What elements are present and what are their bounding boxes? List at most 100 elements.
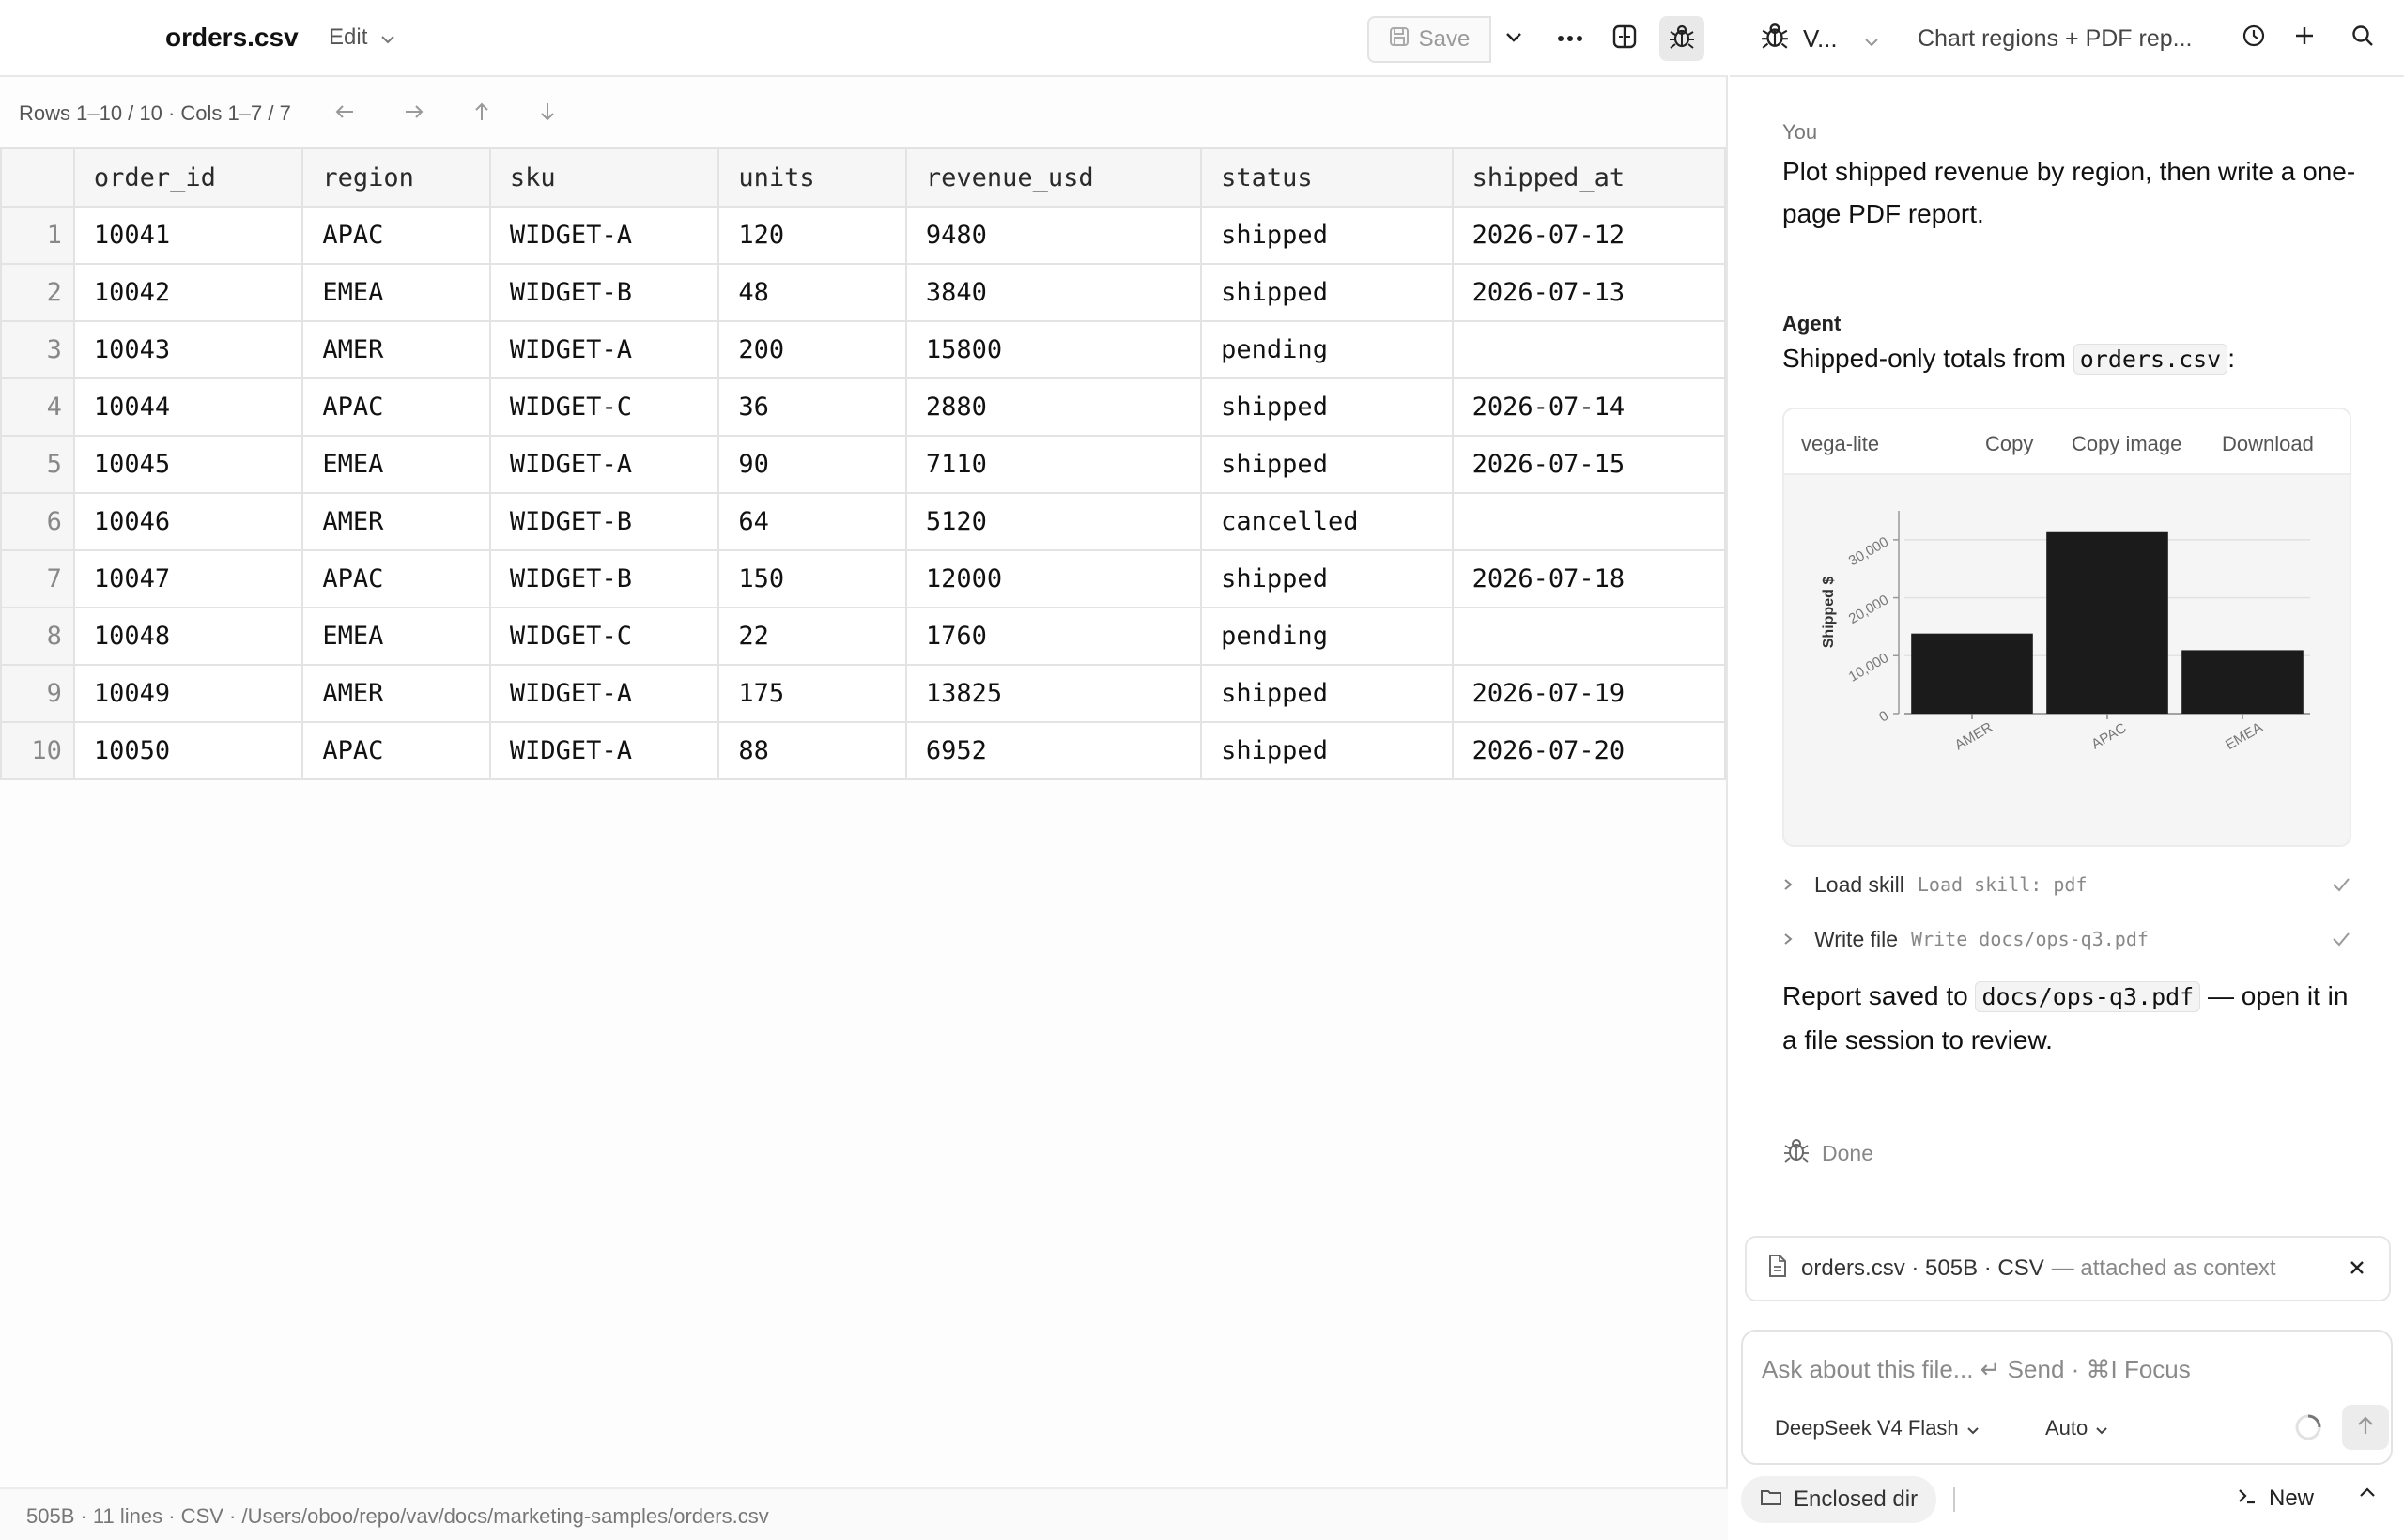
table-cell[interactable]: 10046 bbox=[72, 492, 304, 551]
download-button[interactable]: Download bbox=[2222, 432, 2314, 456]
table-row[interactable]: 5 10045 EMEA WIDGET-A 90 7110 shipped 2026-07-1… bbox=[0, 435, 1727, 494]
next-columns-button[interactable] bbox=[400, 100, 428, 128]
prev-rows-button[interactable] bbox=[468, 100, 496, 128]
table-cell[interactable] bbox=[1451, 320, 1727, 379]
table-cell[interactable]: WIDGET-B bbox=[488, 549, 720, 608]
table-cell[interactable]: 22 bbox=[717, 607, 907, 666]
table-cell[interactable]: WIDGET-A bbox=[488, 206, 720, 265]
search-button[interactable] bbox=[2346, 21, 2380, 54]
edit-menu[interactable]: Edit bbox=[329, 24, 395, 51]
agent-selector[interactable]: V... bbox=[1760, 21, 1879, 57]
table-cell[interactable]: 2026-07-19 bbox=[1451, 664, 1727, 723]
table-cell[interactable]: 10042 bbox=[72, 263, 304, 322]
table-cell[interactable]: EMEA bbox=[301, 263, 491, 322]
table-cell[interactable]: shipped bbox=[1200, 377, 1454, 437]
enclosed-dir-button[interactable]: Enclosed dir bbox=[1741, 1476, 1937, 1523]
tool-call-load-skill[interactable]: Load skill Load skill: pdf bbox=[1782, 866, 2351, 903]
table-cell[interactable]: 175 bbox=[717, 664, 907, 723]
table-cell[interactable]: 1760 bbox=[904, 607, 1203, 666]
copy-image-button[interactable]: Copy image bbox=[2072, 432, 2181, 456]
agent-panel-toggle[interactable] bbox=[1659, 16, 1704, 61]
column-header[interactable]: region bbox=[301, 147, 491, 208]
table-cell[interactable]: 3840 bbox=[904, 263, 1203, 322]
table-cell[interactable]: AMER bbox=[301, 664, 491, 723]
table-row[interactable]: 6 10046 AMER WIDGET-B 64 5120 cancelled bbox=[0, 492, 1727, 551]
table-cell[interactable]: 13825 bbox=[904, 664, 1203, 723]
table-row[interactable]: 3 10043 AMER WIDGET-A 200 15800 pending bbox=[0, 320, 1727, 379]
table-cell[interactable]: 90 bbox=[717, 435, 907, 494]
prev-columns-button[interactable] bbox=[331, 100, 359, 128]
table-cell[interactable]: 15800 bbox=[904, 320, 1203, 379]
table-cell[interactable]: shipped bbox=[1200, 435, 1454, 494]
table-cell[interactable]: 2026-07-12 bbox=[1451, 206, 1727, 265]
model-selector[interactable]: DeepSeek V4 Flash bbox=[1775, 1416, 1980, 1440]
split-view-button[interactable] bbox=[1602, 16, 1647, 61]
send-button[interactable] bbox=[2342, 1405, 2389, 1450]
table-cell[interactable]: 2026-07-20 bbox=[1451, 721, 1727, 780]
new-terminal-button[interactable]: New bbox=[2237, 1486, 2314, 1512]
message-input[interactable] bbox=[1762, 1350, 2363, 1388]
table-cell[interactable]: APAC bbox=[301, 206, 491, 265]
table-cell[interactable]: AMER bbox=[301, 320, 491, 379]
table-row[interactable]: 2 10042 EMEA WIDGET-B 48 3840 shipped 2026-07-1… bbox=[0, 263, 1727, 322]
table-cell[interactable]: shipped bbox=[1200, 664, 1454, 723]
column-header[interactable]: revenue_usd bbox=[904, 147, 1203, 208]
column-header[interactable]: order_id bbox=[72, 147, 304, 208]
table-cell[interactable]: WIDGET-A bbox=[488, 435, 720, 494]
table-row[interactable]: 9 10049 AMER WIDGET-A 175 13825 shipped 2026-07… bbox=[0, 664, 1727, 723]
table-cell[interactable]: 120 bbox=[717, 206, 907, 265]
save-options-button[interactable] bbox=[1491, 16, 1536, 63]
table-cell[interactable]: 2026-07-14 bbox=[1451, 377, 1727, 437]
more-button[interactable] bbox=[1548, 16, 1593, 61]
collapse-button[interactable] bbox=[2359, 1486, 2376, 1502]
copy-button[interactable]: Copy bbox=[1985, 432, 2033, 456]
table-cell[interactable]: 2880 bbox=[904, 377, 1203, 437]
next-rows-button[interactable] bbox=[533, 100, 562, 128]
table-cell[interactable]: EMEA bbox=[301, 435, 491, 494]
table-cell[interactable]: 7110 bbox=[904, 435, 1203, 494]
table-cell[interactable]: shipped bbox=[1200, 263, 1454, 322]
remove-context-button[interactable] bbox=[2342, 1255, 2372, 1285]
new-session-button[interactable] bbox=[2288, 21, 2321, 54]
table-cell[interactable]: 10045 bbox=[72, 435, 304, 494]
table-row[interactable]: 1 10041 APAC WIDGET-A 120 9480 shipped 2026-07-… bbox=[0, 206, 1727, 265]
table-cell[interactable]: WIDGET-A bbox=[488, 320, 720, 379]
table-cell[interactable]: APAC bbox=[301, 721, 491, 780]
table-cell[interactable]: 2026-07-13 bbox=[1451, 263, 1727, 322]
session-title[interactable]: Chart regions + PDF rep... bbox=[1918, 25, 2192, 53]
table-row[interactable]: 7 10047 APAC WIDGET-B 150 12000 shipped 2026-07… bbox=[0, 549, 1727, 608]
table-cell[interactable]: WIDGET-B bbox=[488, 492, 720, 551]
table-cell[interactable]: 12000 bbox=[904, 549, 1203, 608]
table-cell[interactable]: 64 bbox=[717, 492, 907, 551]
column-header[interactable]: status bbox=[1200, 147, 1454, 208]
table-cell[interactable]: 36 bbox=[717, 377, 907, 437]
table-cell[interactable]: cancelled bbox=[1200, 492, 1454, 551]
column-header[interactable]: sku bbox=[488, 147, 720, 208]
table-cell[interactable]: 10049 bbox=[72, 664, 304, 723]
table-cell[interactable]: 9480 bbox=[904, 206, 1203, 265]
column-header[interactable]: units bbox=[717, 147, 907, 208]
table-cell[interactable]: pending bbox=[1200, 607, 1454, 666]
table-cell[interactable]: 2026-07-15 bbox=[1451, 435, 1727, 494]
save-button[interactable]: Save bbox=[1367, 16, 1491, 63]
table-cell[interactable]: 10047 bbox=[72, 549, 304, 608]
table-cell[interactable]: WIDGET-A bbox=[488, 721, 720, 780]
table-cell[interactable]: EMEA bbox=[301, 607, 491, 666]
table-row[interactable]: 10 10050 APAC WIDGET-A 88 6952 shipped 2026-07-… bbox=[0, 721, 1727, 780]
tool-call-write-file[interactable]: Write file Write docs/ops-q3.pdf bbox=[1782, 920, 2351, 958]
table-row[interactable]: 8 10048 EMEA WIDGET-C 22 1760 pending bbox=[0, 607, 1727, 666]
table-cell[interactable]: 10041 bbox=[72, 206, 304, 265]
table-cell[interactable]: 10043 bbox=[72, 320, 304, 379]
table-cell[interactable]: shipped bbox=[1200, 206, 1454, 265]
table-cell[interactable]: shipped bbox=[1200, 549, 1454, 608]
table-cell[interactable]: 48 bbox=[717, 263, 907, 322]
table-cell[interactable]: pending bbox=[1200, 320, 1454, 379]
table-cell[interactable]: 10044 bbox=[72, 377, 304, 437]
table-cell[interactable]: APAC bbox=[301, 377, 491, 437]
mode-selector[interactable]: Auto bbox=[2045, 1416, 2108, 1440]
table-cell[interactable] bbox=[1451, 492, 1727, 551]
table-cell[interactable]: 5120 bbox=[904, 492, 1203, 551]
table-cell[interactable]: WIDGET-B bbox=[488, 263, 720, 322]
table-cell[interactable]: 10050 bbox=[72, 721, 304, 780]
table-cell[interactable]: 10048 bbox=[72, 607, 304, 666]
